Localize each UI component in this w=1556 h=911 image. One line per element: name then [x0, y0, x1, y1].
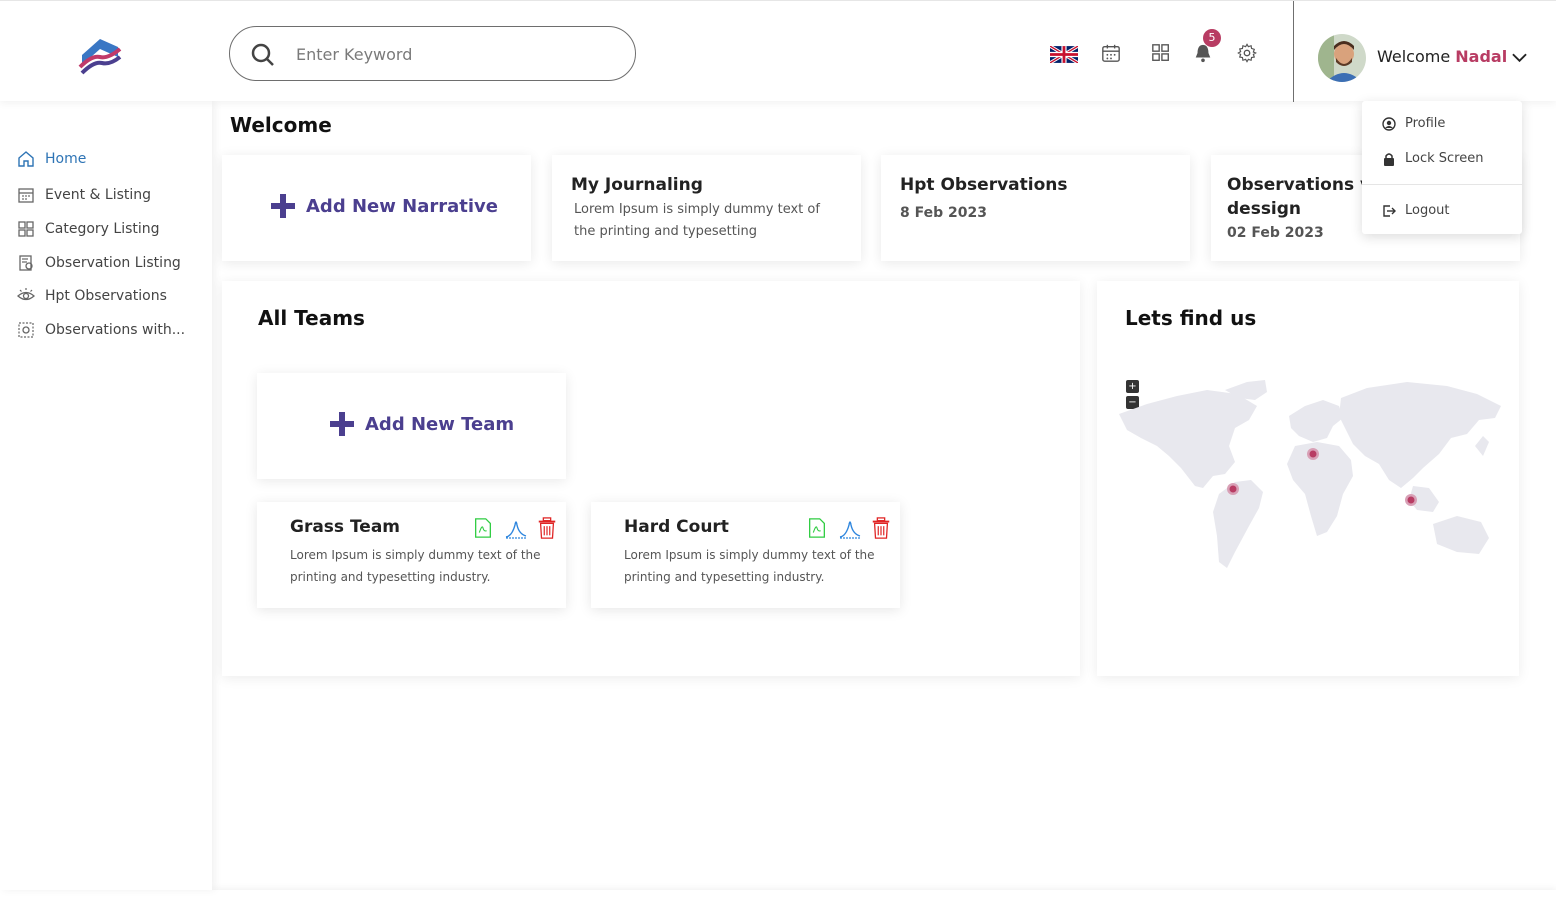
- search-box: [229, 26, 636, 81]
- dropdown-item-logout[interactable]: Logout: [1382, 200, 1450, 220]
- observation-icon: [17, 321, 35, 339]
- sidebar: Home Event & Listing Category Listing Ob…: [0, 101, 212, 890]
- dropdown-divider: [1362, 184, 1522, 185]
- grid-icon: [17, 220, 35, 238]
- team-card[interactable]: Hard Court Lorem Ipsum is simply dummy t…: [591, 502, 900, 608]
- calendar-icon[interactable]: [1101, 43, 1123, 65]
- sidebar-item-label: Event & Listing: [45, 187, 152, 203]
- sidebar-item-label: Category Listing: [45, 221, 160, 237]
- home-icon: [17, 150, 35, 168]
- logout-icon: [1382, 203, 1396, 217]
- top-bar: 5 Welcome Nadal: [0, 0, 1556, 102]
- sidebar-item-label: Home: [45, 151, 87, 167]
- pdf-icon[interactable]: [472, 516, 496, 540]
- bottom-bar: [0, 890, 1556, 911]
- app-logo[interactable]: [78, 35, 124, 75]
- user-name: Nadal: [1455, 47, 1508, 66]
- add-narrative-card[interactable]: Add New Narrative: [222, 155, 531, 261]
- card-title: Observations v: [1227, 175, 1372, 195]
- profile-icon: [1382, 116, 1396, 131]
- notification-badge: 5: [1203, 29, 1221, 47]
- add-team-label: Add New Team: [365, 413, 515, 435]
- avatar[interactable]: [1318, 34, 1366, 82]
- team-card[interactable]: Grass Team Lorem Ipsum is simply dummy t…: [257, 502, 566, 608]
- welcome-prefix: Welcome: [1377, 47, 1451, 66]
- observation-list-icon: [17, 254, 35, 272]
- add-narrative-button[interactable]: Add New Narrative: [270, 193, 498, 219]
- chevron-down-icon[interactable]: [1512, 48, 1528, 67]
- team-description: Lorem Ipsum is simply dummy text of the …: [624, 548, 875, 584]
- dropdown-item-profile[interactable]: Profile: [1382, 113, 1445, 133]
- chart-icon[interactable]: [504, 516, 528, 540]
- sidebar-item-observation-listing[interactable]: Observation Listing: [17, 251, 181, 275]
- dropdown-item-label: Lock Screen: [1405, 150, 1484, 166]
- page-title: Welcome: [230, 113, 332, 137]
- apps-grid-icon[interactable]: [1151, 43, 1173, 65]
- team-name: Grass Team: [290, 517, 401, 537]
- gear-icon[interactable]: [1237, 43, 1259, 65]
- sidebar-item-observations-with[interactable]: Observations with...: [17, 318, 185, 342]
- sidebar-item-hpt-observations[interactable]: Hpt Observations: [17, 284, 167, 308]
- plus-icon: [270, 193, 296, 219]
- add-team-button[interactable]: Add New Team: [329, 411, 514, 437]
- profile-dropdown: Profile Lock Screen Logout: [1362, 101, 1522, 234]
- sidebar-item-label: Observation Listing: [45, 255, 181, 271]
- team-actions: [472, 516, 560, 540]
- pdf-icon[interactable]: [806, 516, 830, 540]
- map-title: Lets find us: [1125, 306, 1257, 330]
- hpt-observations-card[interactable]: Hpt Observations 8 Feb 2023: [881, 155, 1190, 261]
- delete-icon[interactable]: [536, 516, 560, 540]
- sidebar-item-label: Observations with...: [45, 322, 186, 338]
- dropdown-item-label: Logout: [1405, 202, 1450, 218]
- world-map[interactable]: [1117, 376, 1507, 576]
- team-name: Hard Court: [624, 517, 729, 537]
- all-teams-title: All Teams: [258, 306, 365, 330]
- card-title: My Journaling: [571, 175, 703, 195]
- add-narrative-label: Add New Narrative: [306, 195, 498, 217]
- calendar-icon: [17, 186, 35, 204]
- welcome-user-menu[interactable]: Welcome Nadal: [1377, 47, 1528, 67]
- lock-icon: [1382, 151, 1396, 166]
- sidebar-item-home[interactable]: Home: [17, 147, 86, 171]
- dropdown-item-lock-screen[interactable]: Lock Screen: [1382, 148, 1483, 168]
- team-description: Lorem Ipsum is simply dummy text of the …: [290, 548, 541, 584]
- card-title: Hpt Observations: [900, 175, 1068, 195]
- eye-icon: [17, 287, 35, 305]
- team-actions: [806, 516, 894, 540]
- sidebar-item-category-listing[interactable]: Category Listing: [17, 217, 160, 241]
- sidebar-item-label: Hpt Observations: [45, 288, 167, 304]
- add-team-card[interactable]: Add New Team: [257, 373, 566, 479]
- search-icon[interactable]: [250, 42, 276, 68]
- plus-icon: [329, 411, 355, 437]
- dropdown-item-label: Profile: [1405, 115, 1446, 131]
- chart-icon[interactable]: [838, 516, 862, 540]
- search-input[interactable]: [296, 39, 616, 69]
- card-date: 02 Feb 2023: [1227, 225, 1324, 241]
- card-text: Lorem Ipsum is simply dummy text of the …: [574, 202, 820, 239]
- sidebar-item-event-listing[interactable]: Event & Listing: [17, 183, 151, 207]
- card-title-line2: dessign: [1227, 199, 1302, 219]
- card-date: 8 Feb 2023: [900, 205, 987, 221]
- header-divider: [1293, 1, 1294, 102]
- delete-icon[interactable]: [870, 516, 894, 540]
- journaling-card[interactable]: My Journaling Lorem Ipsum is simply dumm…: [552, 155, 861, 261]
- uk-flag-icon[interactable]: [1049, 44, 1079, 65]
